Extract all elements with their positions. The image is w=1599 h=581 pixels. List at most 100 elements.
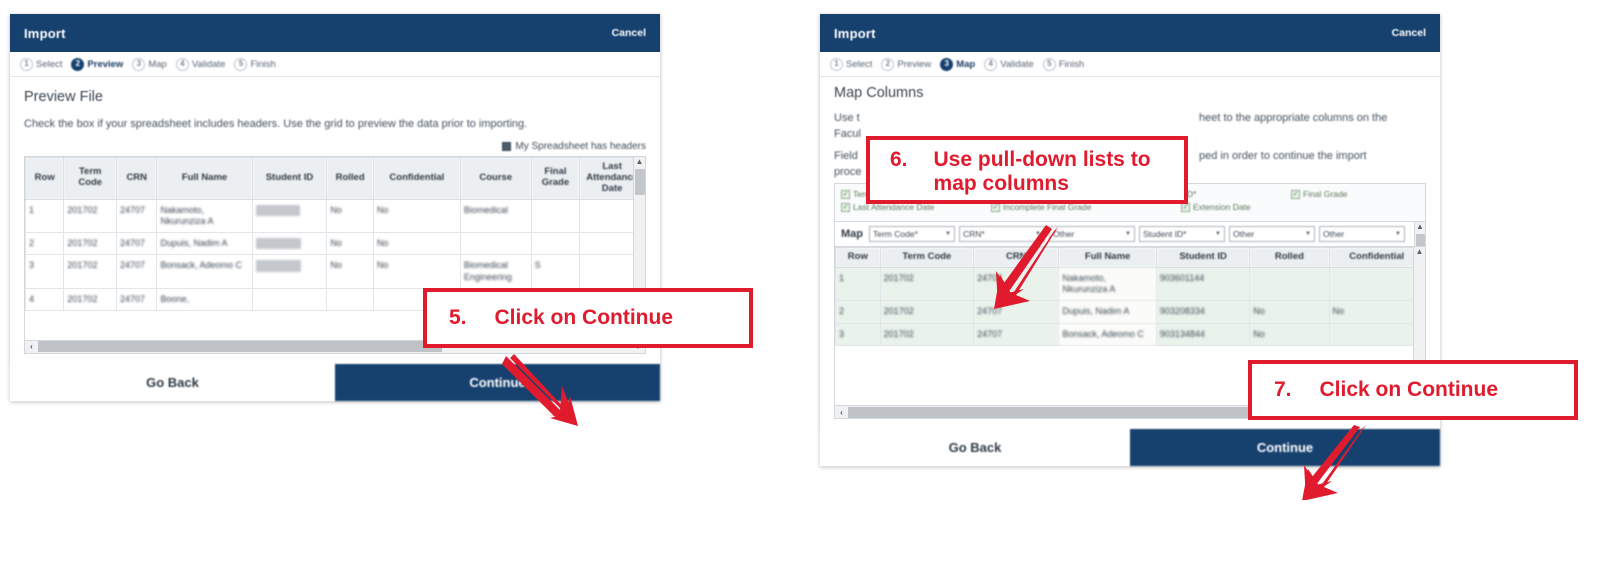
table-row[interactable]: 2 201702 24707 Dupuis, Nadim A 903208334…	[25, 232, 645, 256]
step-number: 5	[234, 58, 248, 71]
step-number: 5	[1042, 58, 1056, 71]
map-select-confidential[interactable]: Other ▼	[1319, 226, 1405, 242]
scrollbar-thumb[interactable]	[38, 341, 442, 353]
step-label: Validate	[191, 59, 226, 70]
chevron-down-icon: ▼	[1125, 231, 1131, 237]
col-rolled[interactable]: Rolled	[326, 156, 374, 200]
dialog-title: Import	[24, 25, 66, 41]
step-preview[interactable]: 2 Preview	[881, 58, 931, 71]
step-finish[interactable]: 5 Finish	[1042, 58, 1084, 71]
col-term-code[interactable]: Term Code	[63, 156, 118, 200]
cell-full-name: Nakamoto, Nkurunziza A	[156, 198, 253, 234]
cancel-button[interactable]: Cancel	[1392, 27, 1426, 39]
select-value: Other	[1233, 229, 1255, 239]
step-number: 3	[940, 58, 954, 71]
cell-term-code: 201702	[879, 300, 975, 324]
col-row[interactable]: Row	[835, 247, 881, 268]
scroll-left-icon[interactable]: ‹	[835, 408, 848, 417]
cell-student-id: 903601144	[251, 198, 328, 234]
col-final-grade[interactable]: Final Grade	[530, 156, 581, 200]
table-row[interactable]: 1 201702 24707 Nakamoto, Nkurunziza A 90…	[25, 198, 645, 234]
step-finish[interactable]: 5 Finish	[234, 58, 276, 71]
col-student-id[interactable]: Student ID	[1155, 247, 1251, 268]
col-confidential[interactable]: Confidential	[372, 156, 461, 200]
cell-student-id: 903208334	[1155, 300, 1251, 324]
map-select-term-code[interactable]: Term Code* ▼	[869, 226, 955, 242]
continue-button[interactable]: Continue	[1130, 429, 1440, 466]
cell-rolled	[1249, 266, 1330, 302]
col-crn[interactable]: CRN	[116, 156, 158, 200]
vertical-scrollbar-map[interactable]: ▲ ▼	[1414, 222, 1425, 252]
col-term-code[interactable]: Term Code	[879, 247, 975, 268]
chevron-down-icon: ▼	[945, 231, 951, 237]
check-icon: ✓	[841, 202, 850, 212]
step-map[interactable]: 3 Map	[132, 58, 167, 71]
annotation-arrow-7	[1302, 425, 1366, 500]
map-select-student-id[interactable]: Student ID* ▼	[1139, 226, 1225, 242]
scroll-up-icon[interactable]: ▲	[636, 157, 644, 167]
cell-row: 1	[25, 198, 65, 234]
table-header-row: Row Term Code CRN Full Name Student ID R…	[835, 247, 1425, 268]
col-student-id[interactable]: Student ID	[251, 156, 328, 200]
cell-row: 2	[835, 300, 881, 324]
col-course[interactable]: Course	[459, 156, 532, 200]
cell-confidential	[1328, 266, 1425, 302]
cell-full-name: Bonsack, Adeomo C	[1058, 322, 1157, 346]
redacted-value: 903208334	[255, 238, 301, 250]
chevron-down-icon: ▼	[1395, 231, 1401, 237]
step-label: Finish	[250, 59, 276, 70]
step-validate[interactable]: 4 Validate	[984, 58, 1034, 71]
continue-button[interactable]: Continue	[335, 363, 660, 401]
map-row: Map Term Code* ▼ CRN* ▼ Other ▼ Student	[841, 226, 1419, 242]
map-select-rolled[interactable]: Other ▼	[1229, 226, 1315, 242]
table-row[interactable]: 3 201702 24707 Bonsack, Adeomo C 9031348…	[835, 322, 1425, 346]
col-confidential[interactable]: Confidential	[1328, 247, 1425, 268]
select-value: Other	[1323, 229, 1345, 239]
cell-crn: 24707	[116, 232, 158, 256]
scroll-left-icon[interactable]: ‹	[25, 342, 38, 351]
headers-checkbox-label: My Spreadsheet has headers	[515, 140, 646, 152]
map-select-full-name[interactable]: Other ▼	[1049, 226, 1135, 242]
go-back-button[interactable]: Go Back	[10, 363, 335, 401]
table-header-row: Row Term Code CRN Full Name Student ID R…	[25, 156, 645, 200]
col-full-name[interactable]: Full Name	[1058, 247, 1157, 268]
go-back-button[interactable]: Go Back	[820, 429, 1130, 466]
col-rolled[interactable]: Rolled	[1249, 247, 1330, 268]
step-label: Map	[148, 59, 167, 70]
table-row[interactable]: 1 201702 24707 Nakamoto, Nkurunziza A 90…	[835, 266, 1425, 302]
instructions-text: Check the box if your spreadsheet includ…	[24, 118, 528, 130]
cell-crn: 24707	[116, 198, 158, 234]
legend-item-extension-date[interactable]: ✓ Extension Date	[1181, 202, 1251, 212]
callout-6: 6. Use pull-down lists to map columns	[866, 136, 1188, 204]
select-value: Term Code*	[873, 229, 918, 239]
step-label: Map	[956, 59, 976, 70]
step-label: Preview	[87, 59, 124, 70]
col-row[interactable]: Row	[25, 156, 65, 200]
cell-term-code: 201702	[879, 322, 975, 346]
cell-row: 3	[25, 254, 65, 289]
scroll-up-icon[interactable]: ▲	[1416, 222, 1424, 232]
select-value: CRN*	[963, 229, 985, 239]
scroll-up-icon[interactable]: ▲	[1416, 247, 1424, 257]
instructions-line3-right: ped in order to continue the import	[1199, 150, 1367, 162]
checkbox-icon[interactable]	[502, 141, 512, 151]
table-row[interactable]: 2 201702 24707 Dupuis, Nadim A 903208334…	[835, 300, 1425, 324]
cell-course: Biomedical Engineering	[459, 254, 532, 289]
callout-text: Click on Continue	[494, 306, 674, 329]
table-row[interactable]: 3 201702 24707 Bonsack, Adeomo C 9031348…	[25, 254, 645, 289]
cell-rolled: No	[1249, 300, 1330, 324]
cancel-button[interactable]: Cancel	[612, 27, 646, 39]
step-validate[interactable]: 4 Validate	[175, 58, 226, 71]
legend-item-final-grade[interactable]: ✓ Final Grade	[1291, 189, 1347, 199]
scrollbar-thumb[interactable]	[634, 168, 645, 195]
cell-confidential: No	[372, 198, 461, 234]
step-select[interactable]: 1 Select	[20, 58, 62, 71]
instructions-line3-left: Field	[834, 150, 858, 162]
cell-student-id: 903208334	[251, 232, 328, 256]
col-full-name[interactable]: Full Name	[156, 156, 253, 200]
step-select[interactable]: 1 Select	[830, 58, 872, 71]
headers-checkbox-row[interactable]: My Spreadsheet has headers	[24, 141, 646, 152]
step-preview[interactable]: 2 Preview	[71, 58, 123, 71]
cell-full-name: Dupuis, Nadim A	[1058, 300, 1157, 324]
step-map[interactable]: 3 Map	[940, 58, 975, 71]
